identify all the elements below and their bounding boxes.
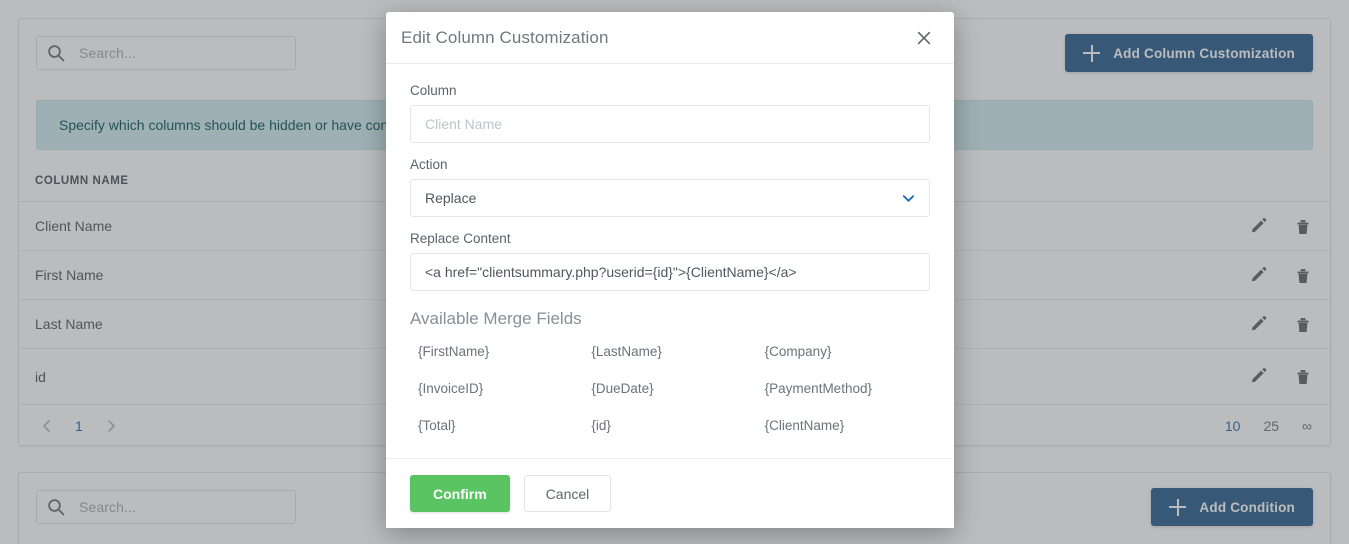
merge-field[interactable]: {id}	[583, 407, 756, 444]
replace-content-input[interactable]: <a href="clientsummary.php?userid={id}">…	[410, 253, 930, 291]
merge-field[interactable]: {ClientName}	[757, 407, 930, 444]
column-field-label: Column	[410, 83, 930, 98]
merge-fields-grid: {FirstName} {LastName} {Company} {Invoic…	[410, 333, 930, 444]
edit-column-customization-dialog: Edit Column Customization Column Client …	[386, 12, 954, 528]
cancel-button[interactable]: Cancel	[524, 475, 612, 512]
close-icon[interactable]	[913, 27, 935, 49]
confirm-button[interactable]: Confirm	[410, 475, 510, 512]
available-merge-fields-title: Available Merge Fields	[410, 309, 930, 329]
chevron-down-icon	[901, 191, 916, 206]
merge-field[interactable]: {DueDate}	[583, 370, 756, 407]
merge-field[interactable]: {FirstName}	[410, 333, 583, 370]
dialog-body: Column Client Name Action Replace Replac…	[386, 64, 954, 458]
replace-content-field-label: Replace Content	[410, 231, 930, 246]
dialog-header: Edit Column Customization	[386, 12, 954, 64]
dialog-footer: Confirm Cancel	[386, 458, 954, 528]
merge-field[interactable]: {PaymentMethod}	[757, 370, 930, 407]
merge-field[interactable]: {Total}	[410, 407, 583, 444]
action-select-value: Replace	[425, 190, 476, 206]
merge-field[interactable]: {InvoiceID}	[410, 370, 583, 407]
column-input[interactable]: Client Name	[410, 105, 930, 143]
merge-field[interactable]: {LastName}	[583, 333, 756, 370]
action-field-label: Action	[410, 157, 930, 172]
app-root: Search... Add Column Customization Speci…	[0, 0, 1349, 544]
dialog-title: Edit Column Customization	[401, 28, 913, 48]
action-select[interactable]: Replace	[410, 179, 930, 217]
merge-field[interactable]: {Company}	[757, 333, 930, 370]
